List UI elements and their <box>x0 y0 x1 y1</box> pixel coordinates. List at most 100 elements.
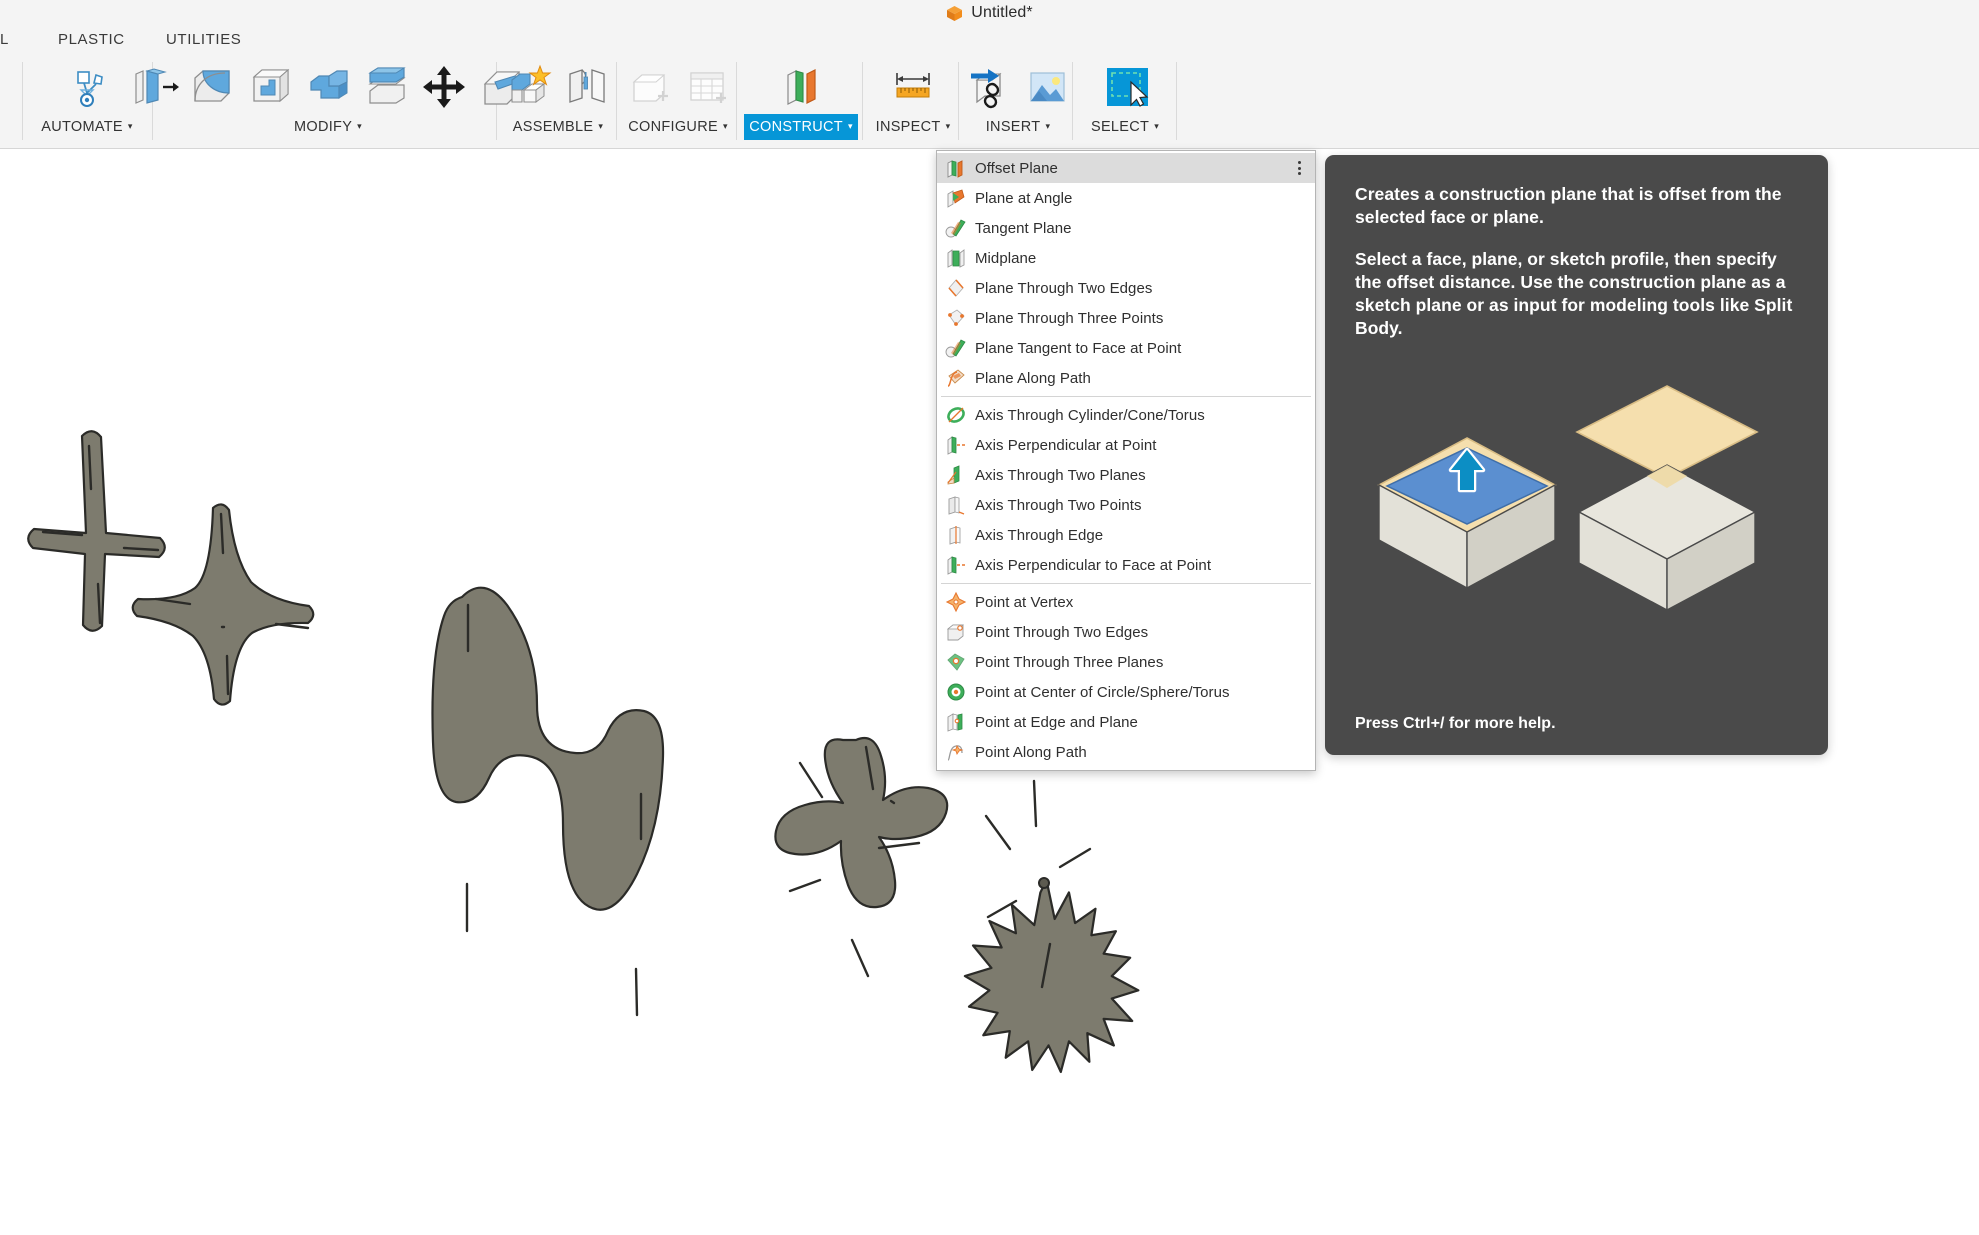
ribbon-group-insert: INSERT ▾ <box>963 52 1073 148</box>
ribbon-toolbar: AUTOMATE ▾ MODIFY ▾ ASSEMBLE ▾ CONFIGURE… <box>0 52 1979 149</box>
menu-item-label: Tangent Plane <box>975 219 1072 237</box>
menu-item-point-through-three-planes[interactable]: Point Through Three Planes <box>937 647 1315 677</box>
menu-item-label: Plane Through Two Edges <box>975 279 1153 297</box>
spiky-star-body[interactable] <box>963 779 1140 1074</box>
tab-utilities[interactable]: UTILITIES <box>166 28 241 50</box>
menu-separator <box>941 583 1311 584</box>
offset-face-icon[interactable] <box>359 60 413 114</box>
menu-item-axis-perpendicular-at-point[interactable]: Axis Perpendicular at Point <box>937 430 1315 460</box>
menu-item-midplane[interactable]: Midplane <box>937 243 1315 273</box>
menu-item-axis-perpendicular-to-face-at-point[interactable]: Axis Perpendicular to Face at Point <box>937 550 1315 580</box>
overflow-menu-icon[interactable] <box>1298 161 1301 175</box>
point-center-circle-icon <box>945 681 967 703</box>
menu-item-label: Offset Plane <box>975 159 1058 177</box>
plane-along-path-icon <box>945 367 967 389</box>
measure-icon[interactable] <box>886 60 940 114</box>
menu-separator <box>941 396 1311 397</box>
menu-item-plane-through-two-edges[interactable]: Plane Through Two Edges <box>937 273 1315 303</box>
menu-item-plane-at-angle[interactable]: Plane at Angle <box>937 183 1315 213</box>
automate-icon[interactable] <box>60 60 114 114</box>
shell-icon[interactable] <box>243 60 297 114</box>
menu-item-axis-through-two-planes[interactable]: Axis Through Two Planes <box>937 460 1315 490</box>
insert-canvas-icon[interactable] <box>1020 60 1074 114</box>
ribbon-separator <box>736 62 737 140</box>
ribbon-label-text: AUTOMATE <box>41 119 123 135</box>
axis-perpendicular-point-icon <box>945 434 967 456</box>
plane-tangent-face-point-icon <box>945 337 967 359</box>
menu-item-point-at-vertex[interactable]: Point at Vertex <box>937 587 1315 617</box>
new-component-icon[interactable] <box>502 60 556 114</box>
menu-item-plane-tangent-to-face-at-point[interactable]: Plane Tangent to Face at Point <box>937 333 1315 363</box>
ribbon-group-construct: CONSTRUCT ▾ <box>740 52 862 148</box>
five-petal-flower-body[interactable] <box>774 736 949 978</box>
ribbon-label-configure[interactable]: CONFIGURE ▾ <box>623 114 733 140</box>
offset-plane-icon <box>945 157 967 179</box>
menu-item-axis-through-edge[interactable]: Axis Through Edge <box>937 520 1315 550</box>
axis-cylinder-cone-torus-icon <box>945 404 967 426</box>
chevron-down-icon: ▾ <box>722 120 728 131</box>
tooltip-paragraph-1: Creates a construction plane that is off… <box>1355 184 1782 228</box>
menu-item-plane-along-path[interactable]: Plane Along Path <box>937 363 1315 393</box>
menu-item-label: Plane at Angle <box>975 189 1073 207</box>
move-copy-icon[interactable] <box>417 60 471 114</box>
tooltip-footer-hint: Press Ctrl+/ for more help. <box>1355 715 1556 732</box>
select-window-icon[interactable] <box>1098 60 1152 114</box>
ribbon-label-modify[interactable]: MODIFY ▾ <box>289 114 367 140</box>
point-edge-plane-icon <box>945 711 967 733</box>
combine-icon[interactable] <box>301 60 355 114</box>
axis-two-points-icon <box>945 494 967 516</box>
press-pull-icon[interactable] <box>127 60 181 114</box>
chevron-down-icon: ▾ <box>357 120 362 131</box>
menu-item-label: Axis Through Two Points <box>975 496 1142 514</box>
menu-item-point-at-edge-and-plane[interactable]: Point at Edge and Plane <box>937 707 1315 737</box>
ribbon-label-insert[interactable]: INSERT ▾ <box>981 114 1056 140</box>
tooltip-paragraph-2: Select a face, plane, or sketch profile,… <box>1355 249 1793 339</box>
menu-item-offset-plane[interactable]: Offset Plane <box>937 153 1315 183</box>
ribbon-label-assemble[interactable]: ASSEMBLE ▾ <box>508 114 608 140</box>
menu-item-label: Midplane <box>975 249 1037 267</box>
menu-item-point-at-center-of-circle-sphere-torus[interactable]: Point at Center of Circle/Sphere/Torus <box>937 677 1315 707</box>
ribbon-label-inspect[interactable]: INSPECT ▾ <box>871 114 956 140</box>
menu-item-label: Point Through Three Planes <box>975 653 1164 671</box>
workspace-tab-strip: L PLASTIC UTILITIES <box>0 26 1979 52</box>
plane-at-angle-icon <box>945 187 967 209</box>
fillet-icon[interactable] <box>185 60 239 114</box>
ribbon-group-assemble: ASSEMBLE ▾ <box>500 52 616 148</box>
ribbon-separator <box>1176 62 1177 140</box>
ribbon-label-construct[interactable]: CONSTRUCT ▾ <box>744 114 858 140</box>
ribbon-group-configure: CONFIGURE ▾ <box>620 52 736 148</box>
insert-derive-icon[interactable] <box>962 60 1016 114</box>
four-point-star-body[interactable] <box>131 503 315 706</box>
menu-item-axis-through-two-points[interactable]: Axis Through Two Points <box>937 490 1315 520</box>
menu-item-point-along-path[interactable]: Point Along Path <box>937 737 1315 767</box>
plane-three-points-icon <box>945 307 967 329</box>
menu-item-tangent-plane[interactable]: Tangent Plane <box>937 213 1315 243</box>
illustration-right-box <box>1575 384 1759 611</box>
menu-item-label: Axis Perpendicular at Point <box>975 436 1157 454</box>
chevron-down-icon: ▾ <box>1154 120 1160 131</box>
menu-item-label: Plane Through Three Points <box>975 309 1164 327</box>
menu-item-label: Point Through Two Edges <box>975 623 1149 641</box>
offset-plane-icon[interactable] <box>774 60 828 114</box>
ribbon-label-text: INSPECT <box>875 119 941 135</box>
construct-dropdown-menu[interactable]: Offset Plane Plane at Angle Tangent Plan… <box>936 150 1316 771</box>
menu-item-label: Point at Center of Circle/Sphere/Torus <box>975 683 1230 701</box>
hourglass-body[interactable] <box>431 586 665 1017</box>
configuration-table-icon[interactable] <box>680 60 734 114</box>
tangent-plane-icon <box>945 217 967 239</box>
joint-icon[interactable] <box>560 60 614 114</box>
create-configuration-icon[interactable] <box>622 60 676 114</box>
orange-cube-icon <box>946 5 963 22</box>
title-text: Untitled* <box>971 4 1033 21</box>
menu-item-axis-through-cylinder-cone-torus[interactable]: Axis Through Cylinder/Cone/Torus <box>937 400 1315 430</box>
menu-item-label: Plane Tangent to Face at Point <box>975 339 1182 357</box>
tab-truncated[interactable]: L <box>0 28 9 50</box>
ribbon-label-text: CONSTRUCT <box>749 119 843 135</box>
menu-item-label: Axis Through Edge <box>975 526 1104 544</box>
menu-item-plane-through-three-points[interactable]: Plane Through Three Points <box>937 303 1315 333</box>
title-bar: Untitled* <box>0 0 1979 26</box>
menu-item-point-through-two-edges[interactable]: Point Through Two Edges <box>937 617 1315 647</box>
ribbon-label-automate[interactable]: AUTOMATE ▾ <box>36 114 137 140</box>
ribbon-label-select[interactable]: SELECT ▾ <box>1086 114 1164 140</box>
tab-plastic[interactable]: PLASTIC <box>58 28 125 50</box>
